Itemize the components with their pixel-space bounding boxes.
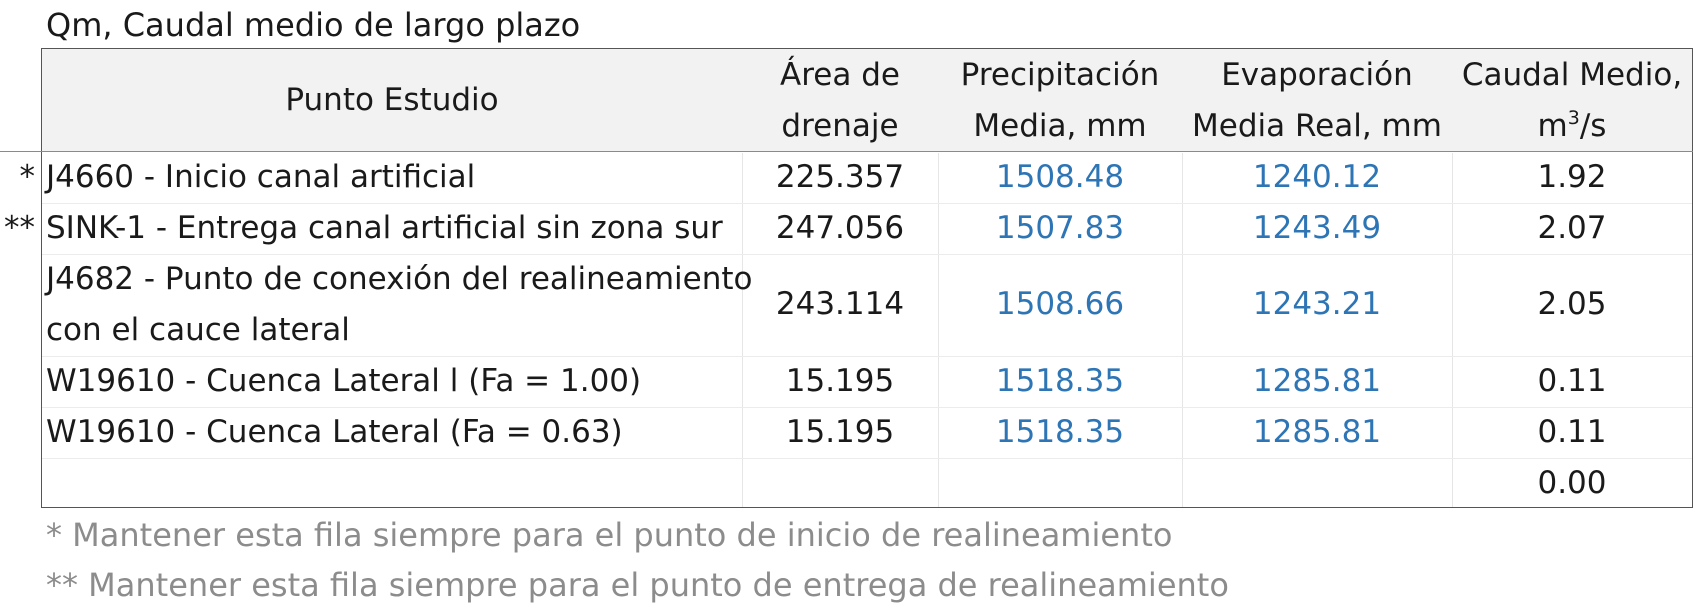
footnote-double-asterisk: ** Mantener esta fila siempre para el pu… [46, 566, 1229, 604]
header-flow-unit: m3/s [1537, 107, 1607, 144]
cell-precipitation: 1508.66 [995, 286, 1125, 322]
cell-precipitation: 1507.83 [995, 210, 1125, 246]
footnote-single-asterisk: * Mantener esta fila siempre para el pun… [46, 516, 1173, 554]
cell-flow: 0.00 [1537, 465, 1607, 501]
cell-evaporation: 1285.81 [1252, 363, 1382, 399]
cell-evaporation: 1243.49 [1252, 210, 1382, 246]
row-marker: ** [4, 210, 35, 246]
cell-punto-estudio: SINK-1 - Entrega canal artificial sin zo… [46, 210, 723, 246]
row-marker: * [19, 159, 36, 195]
header-precip-line1: Precipitación [960, 57, 1160, 93]
header-punto-estudio: Punto Estudio [285, 82, 499, 118]
cell-precipitation: 1518.35 [995, 414, 1125, 450]
header-area-line2: drenaje [781, 108, 899, 144]
cell-punto-estudio: W19610 - Cuenca Lateral l (Fa = 1.00) [46, 363, 642, 399]
cell-flow: 0.11 [1537, 363, 1607, 399]
cell-evaporation: 1285.81 [1252, 414, 1382, 450]
cell-area: 247.056 [775, 210, 905, 246]
cell-flow: 0.11 [1537, 414, 1607, 450]
header-precip-line2: Media, mm [973, 108, 1147, 144]
cell-area: 15.195 [785, 363, 895, 399]
cell-flow: 1.92 [1537, 159, 1607, 195]
header-evap-line1: Evaporación [1221, 57, 1413, 93]
header-flow-line1: Caudal Medio, [1461, 57, 1683, 93]
cell-precipitation: 1518.35 [995, 363, 1125, 399]
table-title: Qm, Caudal medio de largo plazo [46, 6, 581, 44]
cell-area: 225.357 [775, 159, 905, 195]
cell-precipitation: 1508.48 [995, 159, 1125, 195]
cell-punto-estudio-line1: J4682 - Punto de conexión del realineami… [46, 261, 753, 297]
cell-evaporation: 1240.12 [1252, 159, 1382, 195]
cell-punto-estudio-line2: con el cauce lateral [46, 312, 350, 348]
cell-area: 243.114 [775, 286, 905, 322]
header-evap-line2: Media Real, mm [1192, 108, 1442, 144]
cell-flow: 2.07 [1537, 210, 1607, 246]
header-area-line1: Área de [780, 57, 900, 93]
cell-punto-estudio: W19610 - Cuenca Lateral (Fa = 0.63) [46, 414, 623, 450]
cell-punto-estudio: J4660 - Inicio canal artificial [46, 159, 476, 195]
cell-evaporation: 1243.21 [1252, 286, 1382, 322]
cell-flow: 2.05 [1537, 286, 1607, 322]
row-divider [42, 458, 1692, 459]
cell-area: 15.195 [785, 414, 895, 450]
